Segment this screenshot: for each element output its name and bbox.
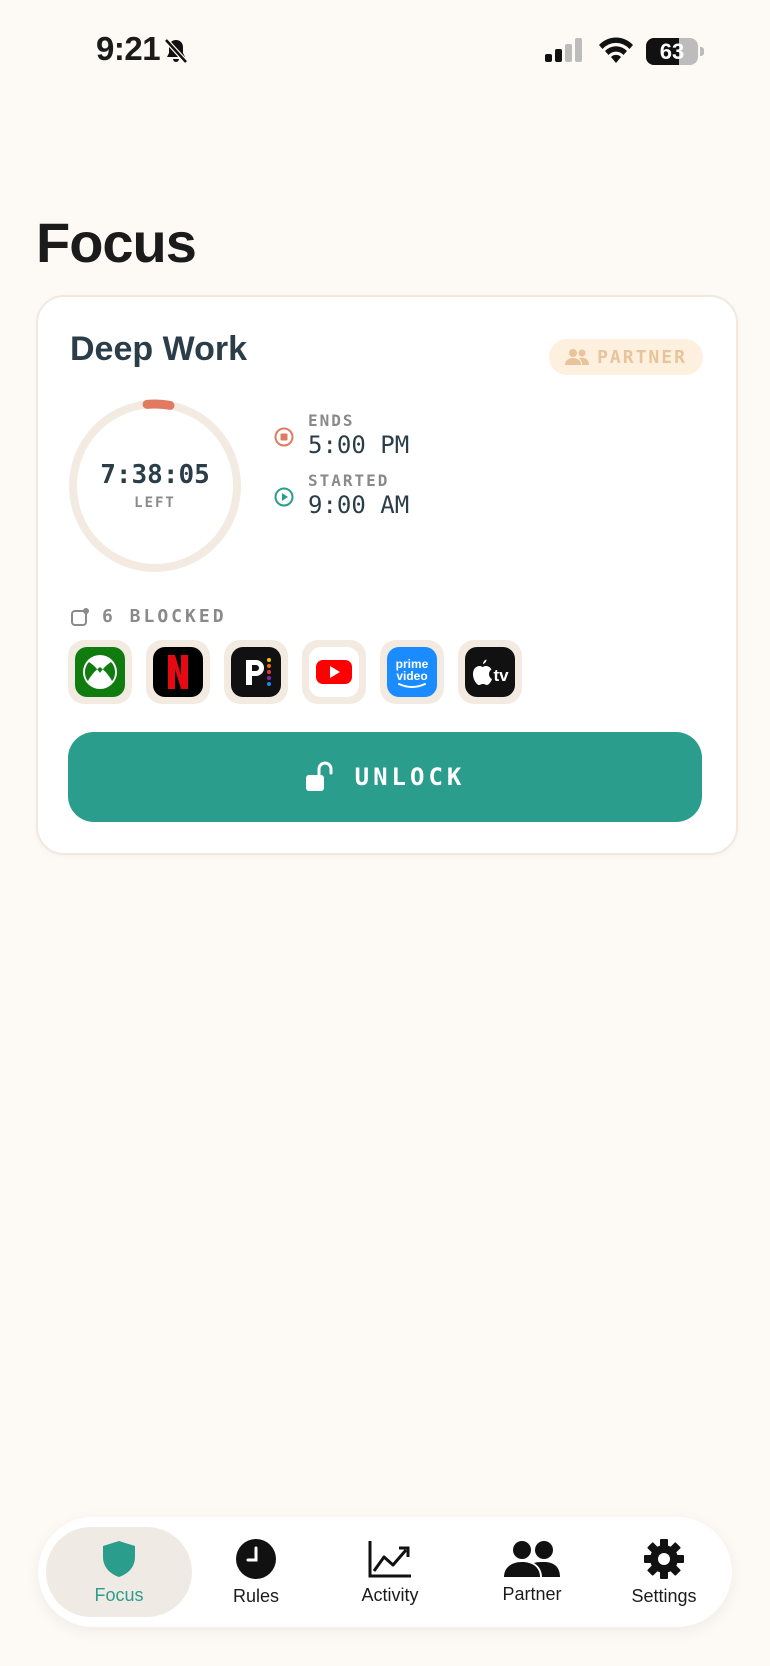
app-tile [302,640,366,704]
unlock-button[interactable]: UNLOCK [68,732,702,822]
ends-label: ENDS [308,411,355,430]
blocked-label: 6 BLOCKED [102,606,227,627]
tab-rules-label: Rules [232,1585,280,1606]
people-icon [504,1540,560,1577]
youtube-icon [309,647,359,697]
clock-icon [236,1538,276,1579]
tab-activity[interactable]: Activity [318,1517,462,1627]
tab-bar: Focus Rules Activity Partner Settings [38,1517,732,1627]
battery-percent: 63 [659,39,685,64]
status-time: 9:21 [96,30,161,67]
signal-icon [545,38,582,62]
chart-icon [368,1540,411,1577]
partner-badge: PARTNER [549,339,703,375]
app-tile [224,640,288,704]
app-tile: tv [458,640,522,704]
app-tile [146,640,210,704]
xbox-icon [75,647,125,697]
started-label: STARTED [308,471,390,490]
stop-icon [274,427,294,447]
unlock-label: UNLOCK [354,763,466,791]
netflix-icon [153,647,203,697]
tab-focus-label: Focus [94,1584,144,1605]
play-icon [274,487,294,507]
tab-settings[interactable]: Settings [604,1517,724,1627]
peacock-icon [231,647,281,697]
tab-settings-label: Settings [631,1585,697,1606]
wifi-icon [599,37,633,63]
tab-activity-label: Activity [361,1584,419,1605]
people-icon [565,349,590,365]
blocked-count: 6 BLOCKED [70,606,227,627]
tab-partner[interactable]: Partner [462,1517,602,1627]
active-rule-card: Deep Work PARTNER 7:38:05 LEFT ENDS 5:00… [36,295,738,855]
timer-label: LEFT [134,495,176,511]
gear-icon [644,1538,684,1579]
apple-tv-icon: tv [465,647,515,697]
tab-partner-label: Partner [502,1583,562,1604]
started-time: 9:00 AM [308,491,410,519]
blocked-apps-list: prime video tv [68,640,522,704]
tab-rules[interactable]: Rules [196,1517,316,1627]
ends-time: 5:00 PM [308,431,410,459]
timer-remaining: 7:38:05 [100,460,210,490]
shield-icon [103,1540,135,1577]
page-title: Focus [36,211,197,274]
app-tile: prime video [380,640,444,704]
partner-badge-label: PARTNER [597,346,687,368]
app-tile [68,640,132,704]
unlocked-padlock-icon [305,761,333,791]
svg-text:tv: tv [493,666,509,685]
silent-bell-icon [164,38,188,64]
prime-video-icon: prime video [387,647,437,697]
tab-focus[interactable]: Focus [46,1527,192,1617]
rule-name: Deep Work [70,330,247,368]
battery-indicator: 63 [646,38,704,65]
svg-text:video: video [396,669,427,683]
blocked-apps-icon [71,607,89,626]
